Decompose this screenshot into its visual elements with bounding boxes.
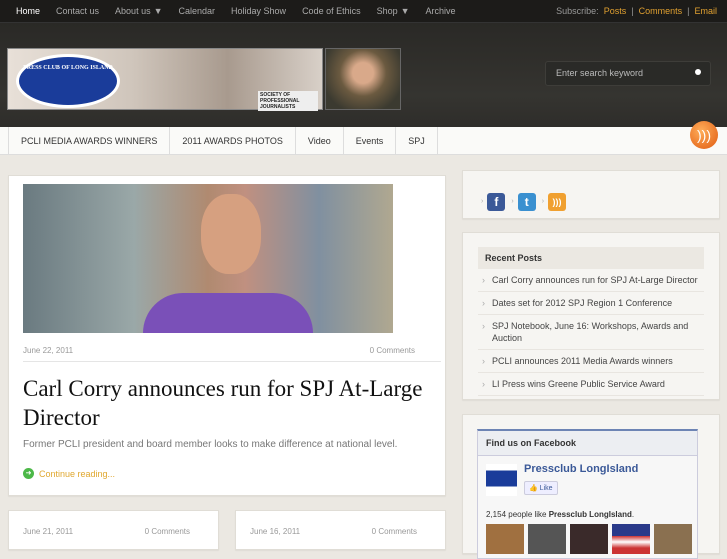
- like-label: Like: [539, 485, 553, 492]
- continue-label: Continue reading...: [39, 468, 116, 479]
- recent-post-link[interactable]: SPJ Notebook, June 16: Workshops, Awards…: [478, 315, 704, 350]
- subscribe-label: Subscribe:: [556, 6, 599, 16]
- continue-reading-link[interactable]: ➜ Continue reading...: [23, 468, 115, 479]
- main-nav: PCLI MEDIA AWARDS WINNERS 2011 AWARDS PH…: [0, 127, 727, 155]
- subscribe-posts[interactable]: Posts: [604, 6, 627, 16]
- chevron-down-icon: ▼: [400, 6, 410, 16]
- featured-post: June 22, 2011 0 Comments Carl Corry anno…: [8, 175, 446, 496]
- fan-avatar[interactable]: [612, 524, 650, 554]
- thumbs-up-icon: 👍: [529, 485, 538, 492]
- post-comments[interactable]: 0 Comments: [372, 527, 417, 536]
- search-box: [545, 61, 711, 86]
- nav-spj[interactable]: SPJ: [396, 127, 438, 155]
- subscribe-email[interactable]: Email: [694, 6, 717, 16]
- spj-text: SOCIETY OF PROFESSIONAL JOURNALISTS: [260, 92, 300, 110]
- post-date: June 16, 2011: [250, 527, 301, 536]
- facebook-page-logo[interactable]: [486, 464, 517, 496]
- fan-avatar[interactable]: [528, 524, 566, 554]
- facebook-icon[interactable]: f: [487, 192, 506, 211]
- post-card: June 21, 2011 0 Comments: [8, 510, 219, 550]
- post-comments[interactable]: 0 Comments: [145, 527, 190, 536]
- recent-post-link[interactable]: Dates set for 2012 SPJ Region 1 Conferen…: [478, 292, 704, 315]
- separator: |: [631, 6, 634, 16]
- social-widget: › f › t ›))): [462, 170, 720, 219]
- menu-calendar[interactable]: Calendar: [171, 0, 224, 16]
- press-club-logo: PRESS CLUB OF LONG ISLAND: [16, 54, 120, 108]
- separator: |: [687, 6, 690, 16]
- menu-code-of-ethics[interactable]: Code of Ethics: [294, 0, 369, 16]
- recent-post-link[interactable]: PCLI announces 2011 Media Awards winners: [478, 350, 704, 373]
- nav-2011-awards-photos[interactable]: 2011 AWARDS PHOTOS: [170, 127, 296, 155]
- rss-icon[interactable]: ))): [690, 121, 718, 149]
- rss-icon[interactable]: ))): [548, 192, 567, 211]
- post-date: June 22, 2011: [23, 346, 74, 355]
- spj-logo: SOCIETY OF PROFESSIONAL JOURNALISTS: [258, 91, 318, 111]
- fan-avatar[interactable]: [654, 524, 692, 554]
- menu-about-label: About us: [115, 6, 151, 16]
- site-logo-banner[interactable]: PRESS CLUB OF LONG ISLAND SOCIETY OF PRO…: [7, 48, 323, 111]
- menu-home[interactable]: Home: [8, 0, 48, 16]
- post-excerpt: Former PCLI president and board member l…: [23, 439, 398, 450]
- menu-archive[interactable]: Archive: [418, 0, 464, 16]
- recent-posts-widget: Recent Posts Carl Corry announces run fo…: [462, 232, 720, 400]
- menu-shop-label: Shop: [376, 6, 398, 16]
- top-bar: Home Contact us About us ▼ Calendar Holid…: [0, 0, 727, 23]
- recent-post-link[interactable]: Carl Corry announces run for SPJ At-Larg…: [478, 269, 704, 292]
- nav-video[interactable]: Video: [296, 127, 344, 155]
- recent-post-link[interactable]: LI Press wins Greene Public Service Awar…: [478, 373, 704, 396]
- period: .: [631, 510, 635, 519]
- menu-contact[interactable]: Contact us: [48, 0, 107, 16]
- chevron-down-icon: ▼: [153, 6, 163, 16]
- post-title[interactable]: Carl Corry announces run for SPJ At-Larg…: [23, 374, 438, 432]
- subscribe-comments[interactable]: Comments: [639, 6, 683, 16]
- like-count-page[interactable]: Pressclub LongIsland: [549, 510, 632, 519]
- fan-avatar[interactable]: [486, 524, 524, 554]
- post-card: June 16, 2011 0 Comments: [235, 510, 446, 550]
- nav-events[interactable]: Events: [344, 127, 397, 155]
- search-input[interactable]: [546, 62, 686, 84]
- menu-about[interactable]: About us ▼: [107, 0, 170, 16]
- subscribe: Subscribe: Posts | Comments | Email: [556, 6, 717, 16]
- like-count-text: 2,154 people like: [486, 510, 549, 519]
- facebook-page-name[interactable]: Pressclub LongIsland: [524, 463, 638, 475]
- post-comments[interactable]: 0 Comments: [370, 346, 415, 355]
- top-menu: Home Contact us About us ▼ Calendar Holid…: [8, 0, 464, 16]
- menu-shop[interactable]: Shop ▼: [369, 0, 418, 16]
- widget-title: Find us on Facebook: [478, 431, 697, 456]
- nav-media-awards-winners[interactable]: PCLI MEDIA AWARDS WINNERS: [8, 127, 171, 155]
- search-icon[interactable]: [695, 69, 701, 75]
- twitter-icon[interactable]: t: [517, 192, 536, 211]
- featured-image[interactable]: [23, 184, 393, 333]
- post-date: June 21, 2011: [23, 527, 74, 536]
- divider: [23, 361, 441, 362]
- fan-avatar[interactable]: [570, 524, 608, 554]
- facebook-fans: [486, 524, 692, 554]
- header-photo: [325, 48, 401, 110]
- widget-title: Recent Posts: [478, 247, 704, 269]
- facebook-widget: Find us on Facebook Pressclub LongIsland…: [462, 414, 720, 559]
- arrow-right-icon: ➜: [23, 468, 34, 479]
- facebook-like-count: 2,154 people like Pressclub LongIsland.: [486, 510, 634, 519]
- menu-holiday-show[interactable]: Holiday Show: [223, 0, 294, 16]
- facebook-like-box: Find us on Facebook Pressclub LongIsland…: [477, 429, 698, 559]
- logo-text: PRESS CLUB OF LONG ISLAND: [23, 65, 113, 71]
- facebook-like-button[interactable]: 👍 Like: [524, 481, 558, 495]
